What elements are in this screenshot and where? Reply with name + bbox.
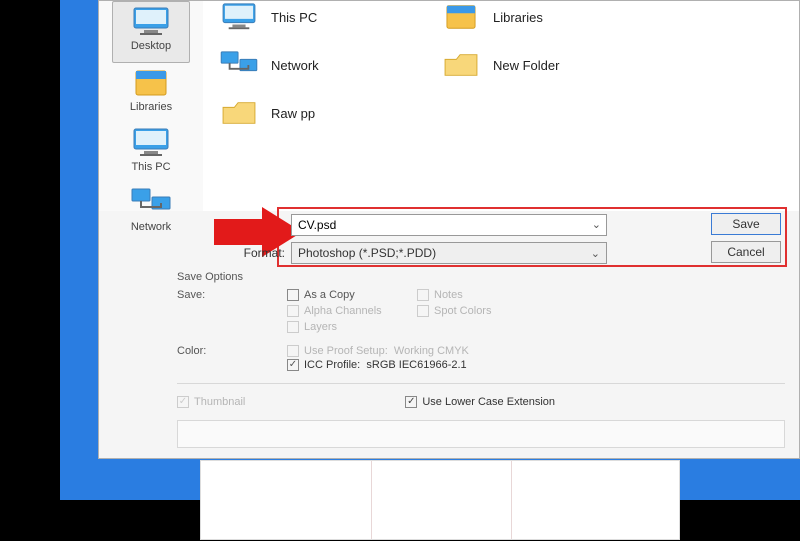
file-item-raw-pp[interactable]: Raw pp	[217, 95, 315, 131]
file-item-label: Raw pp	[271, 106, 315, 121]
network-icon	[217, 47, 261, 83]
file-item-this-pc[interactable]: This PC	[217, 0, 317, 35]
sidebar-item-desktop[interactable]: Desktop	[112, 1, 190, 63]
places-sidebar: Desktop Libraries This PC	[99, 1, 203, 211]
filename-input[interactable]	[291, 214, 607, 236]
this-pc-icon	[217, 0, 261, 35]
file-list-panel: This PC Libraries Network	[203, 1, 799, 211]
sidebar-item-label: Libraries	[114, 101, 188, 113]
format-value: Photoshop (*.PSD;*.PDD)	[298, 246, 436, 260]
save-as-dialog: Desktop Libraries This PC	[98, 0, 800, 459]
sidebar-item-libraries[interactable]: Libraries	[112, 63, 190, 123]
checkbox-icc-profile[interactable]: ✓ ICC Profile: sRGB IEC61966-2.1	[287, 359, 785, 371]
file-item-network[interactable]: Network	[217, 47, 319, 83]
sidebar-item-label: Desktop	[115, 40, 187, 52]
sidebar-item-label: Network	[114, 221, 188, 233]
folder-icon	[217, 95, 261, 131]
libraries-icon	[439, 0, 483, 35]
check-mark-icon: ✓	[177, 396, 189, 408]
checkbox-as-a-copy[interactable]: As a Copy	[287, 289, 417, 301]
checkbox-spot-colors: Spot Colors	[417, 305, 547, 317]
file-item-libraries[interactable]: Libraries	[439, 0, 543, 35]
file-item-new-folder[interactable]: New Folder	[439, 47, 559, 83]
cancel-button[interactable]: Cancel	[711, 241, 781, 263]
chevron-down-icon: ⌄	[591, 247, 600, 260]
file-item-label: Network	[271, 58, 319, 73]
checkbox-use-lowercase-extension[interactable]: ✓Use Lower Case Extension	[405, 396, 555, 408]
checkbox-layers: Layers	[287, 321, 417, 333]
color-row-label: Color:	[177, 343, 287, 357]
check-mark-icon: ✓	[287, 359, 299, 371]
save-options-header: Save Options	[177, 271, 785, 283]
file-item-label: This PC	[271, 10, 317, 25]
folder-icon	[439, 47, 483, 83]
save-options-panel: Save Options Save: As a Copy Notes Alpha…	[177, 271, 785, 444]
sidebar-item-network[interactable]: Network	[112, 183, 190, 243]
save-button[interactable]: Save	[711, 213, 781, 235]
checkbox-alpha-channels: Alpha Channels	[287, 305, 417, 317]
file-item-label: Libraries	[493, 10, 543, 25]
format-select[interactable]: Photoshop (*.PSD;*.PDD) ⌄	[291, 242, 607, 264]
check-mark-icon: ✓	[405, 396, 417, 408]
checkbox-notes: Notes	[417, 289, 547, 301]
sidebar-item-this-pc[interactable]: This PC	[112, 123, 190, 183]
warnings-box	[177, 420, 785, 448]
sidebar-item-label: This PC	[114, 161, 188, 173]
checkbox-use-proof-setup: Use Proof Setup: Working CMYK	[287, 345, 785, 357]
format-label: Format:	[229, 246, 291, 260]
save-row-label: Save:	[177, 287, 287, 301]
checkbox-thumbnail: ✓Thumbnail	[177, 396, 245, 408]
file-item-label: New Folder	[493, 58, 559, 73]
